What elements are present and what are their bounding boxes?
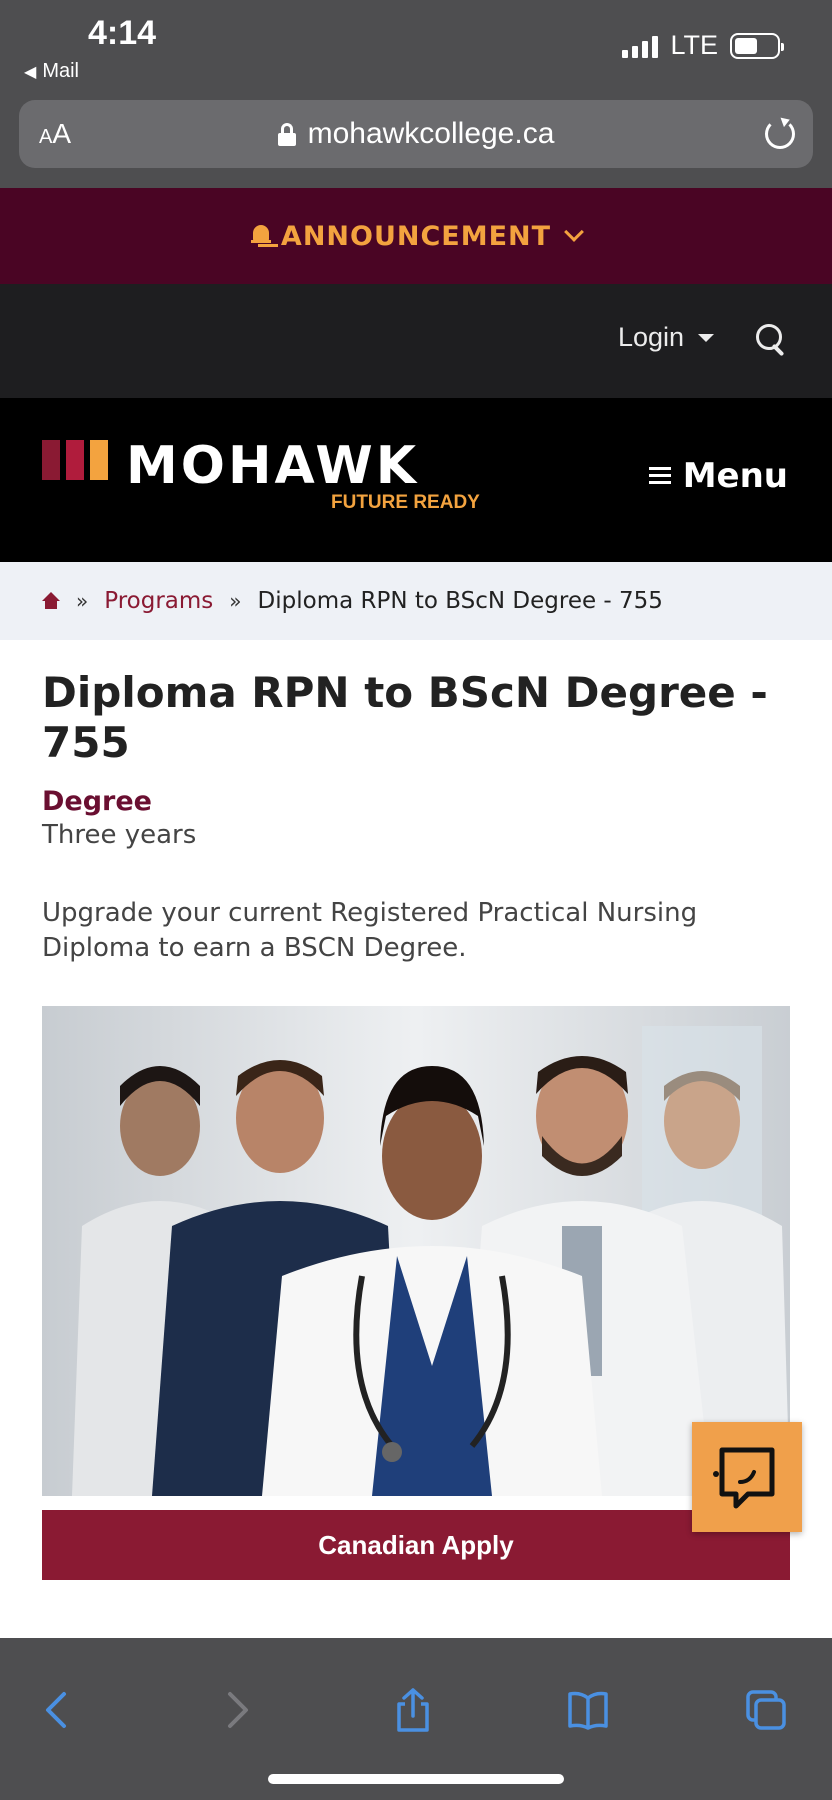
- breadcrumb-separator: »: [229, 589, 242, 613]
- bell-icon: [250, 225, 271, 247]
- url-display[interactable]: mohawkcollege.ca: [19, 117, 813, 151]
- search-icon[interactable]: [756, 324, 786, 358]
- back-arrow-icon[interactable]: [36, 1688, 80, 1732]
- page-title: Diploma RPN to BScN Degree - 755: [42, 668, 768, 767]
- bookmarks-icon[interactable]: [566, 1688, 610, 1732]
- program-hero-image: [42, 1006, 790, 1496]
- breadcrumb-programs-link[interactable]: Programs: [104, 588, 213, 614]
- status-indicators: LTE: [622, 30, 784, 61]
- breadcrumb: » Programs » Diploma RPN to BScN Degree …: [0, 562, 832, 640]
- chat-widget-button[interactable]: [692, 1422, 802, 1532]
- healthcare-team-photo: [42, 1006, 790, 1496]
- status-time: 4:14: [88, 14, 157, 52]
- reload-icon[interactable]: [765, 119, 795, 149]
- logo-bars: [42, 440, 108, 480]
- login-label: Login: [618, 322, 685, 352]
- back-app-label: Mail: [42, 60, 79, 82]
- lock-icon: [277, 123, 296, 146]
- announcement-label: ANNOUNCEMENT: [280, 220, 552, 252]
- breadcrumb-current: Diploma RPN to BScN Degree - 755: [257, 588, 663, 614]
- browser-chrome: 4:14 ◀ Mail LTE AA mohawkcollege.ca: [0, 0, 832, 188]
- chevron-down-icon: [564, 222, 584, 242]
- network-label: LTE: [670, 30, 718, 60]
- battery-icon: [730, 32, 784, 59]
- breadcrumb-separator: »: [76, 589, 89, 613]
- back-to-app-link[interactable]: ◀ Mail: [24, 60, 79, 83]
- utility-bar: Login: [0, 284, 832, 398]
- login-dropdown[interactable]: Login: [618, 322, 715, 353]
- menu-label: Menu: [682, 456, 788, 496]
- program-duration: Three years: [42, 820, 197, 850]
- url-text: mohawkcollege.ca: [307, 117, 555, 150]
- home-indicator: [268, 1774, 564, 1784]
- share-icon[interactable]: [391, 1688, 435, 1732]
- back-triangle-icon: ◀: [24, 63, 37, 81]
- forward-arrow-icon[interactable]: [214, 1688, 258, 1732]
- tabs-icon[interactable]: [744, 1688, 788, 1732]
- credential-label: Degree: [42, 786, 152, 817]
- url-bar[interactable]: AA mohawkcollege.ca: [19, 100, 813, 168]
- logo-tagline: FUTURE READY: [331, 492, 480, 513]
- menu-button[interactable]: Menu: [648, 456, 788, 496]
- caret-down-icon: [698, 333, 715, 342]
- home-icon[interactable]: [42, 592, 60, 610]
- site-header: MOHAWK FUTURE READY Menu: [0, 398, 832, 562]
- chat-icon: [713, 1447, 775, 1509]
- signal-icon: [622, 34, 659, 58]
- hamburger-icon: [648, 467, 671, 485]
- logo-wordmark: MOHAWK: [126, 436, 420, 496]
- announcement-toggle[interactable]: ANNOUNCEMENT: [0, 188, 832, 284]
- canadian-apply-button[interactable]: Canadian Apply: [42, 1510, 790, 1580]
- program-description: Upgrade your current Registered Practica…: [42, 898, 698, 963]
